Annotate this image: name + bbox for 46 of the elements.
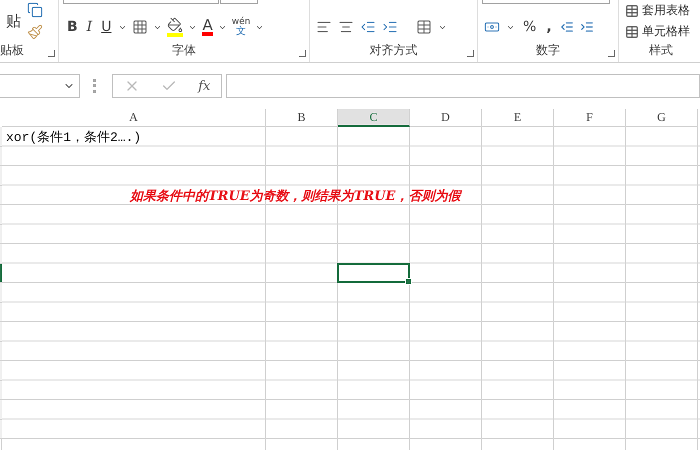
copy-icon[interactable]: [27, 2, 43, 18]
underline-button[interactable]: U: [99, 19, 114, 35]
launcher-icon[interactable]: [48, 50, 55, 57]
italic-button[interactable]: I: [84, 19, 94, 35]
group-label: 字体: [172, 42, 196, 58]
column-header[interactable]: C: [338, 109, 410, 127]
column-header[interactable]: B: [266, 109, 338, 127]
decrease-decimal-icon[interactable]: [560, 20, 574, 34]
percent-button[interactable]: %: [521, 19, 538, 35]
cell-text: xor(条件1，条件2….): [6, 129, 142, 146]
increase-decimal-icon[interactable]: [580, 20, 594, 34]
active-cell[interactable]: [337, 262, 410, 283]
align-center-icon[interactable]: [338, 19, 354, 35]
note-text: 如果条件中的TRUE为奇数，则结果为TRUE，否则为假: [130, 188, 460, 204]
group-label: 对齐方式: [370, 42, 418, 58]
indent-decrease-icon[interactable]: [360, 19, 376, 35]
column-header[interactable]: D: [410, 109, 482, 127]
style-menu-item[interactable]: 套用表格: [625, 2, 700, 19]
column-header[interactable]: E: [482, 109, 554, 127]
table-style-icon: [625, 24, 639, 38]
fill-color-icon[interactable]: [167, 17, 184, 37]
phonetic-button[interactable]: wén 文: [232, 17, 250, 37]
font-color-button[interactable]: A: [202, 18, 213, 36]
style-menu-item[interactable]: 单元格样: [625, 23, 700, 40]
align-left-icon[interactable]: [316, 19, 332, 35]
paste-button[interactable]: 贴: [6, 12, 21, 30]
indent-increase-icon[interactable]: [382, 19, 398, 35]
launcher-icon[interactable]: [467, 50, 474, 57]
fill-handle[interactable]: [405, 278, 412, 285]
group-label: 数字: [536, 42, 560, 58]
comma-button[interactable]: ,: [544, 19, 554, 35]
borders-icon[interactable]: [132, 19, 148, 35]
table-style-icon: [625, 4, 639, 18]
formula-input[interactable]: [226, 74, 700, 98]
merge-cells-icon[interactable]: [416, 19, 432, 35]
column-header[interactable]: G: [626, 109, 698, 127]
grip-icon[interactable]: [93, 79, 99, 93]
insert-function-button[interactable]: fx: [198, 78, 210, 94]
format-painter-icon[interactable]: [27, 24, 43, 40]
column-header[interactable]: A: [2, 109, 266, 127]
bold-button[interactable]: B: [65, 19, 80, 35]
column-header[interactable]: F: [554, 109, 626, 127]
group-label: 贴板: [0, 42, 24, 58]
group-label: 样式: [649, 42, 673, 58]
launcher-icon[interactable]: [608, 50, 615, 57]
launcher-icon[interactable]: [299, 50, 306, 57]
